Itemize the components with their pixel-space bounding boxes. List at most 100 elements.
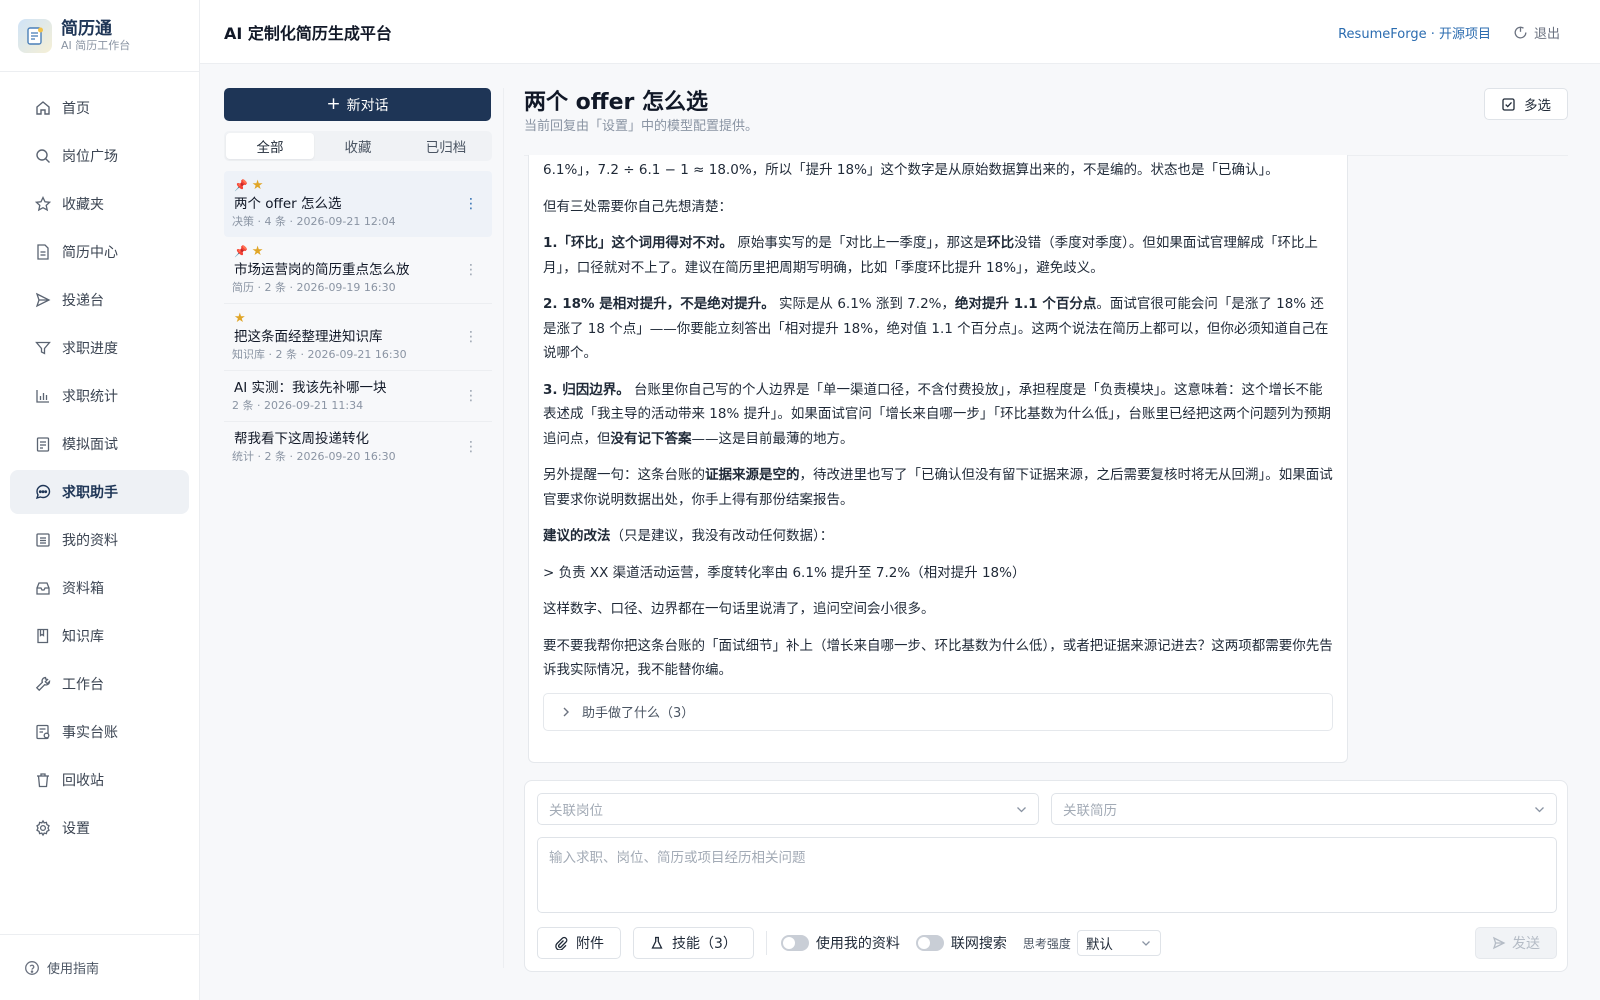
page-title: AI 定制化简历生成平台 bbox=[224, 23, 392, 43]
sidebar-item-label: 工作台 bbox=[62, 677, 104, 693]
sidebar-item-delivery[interactable]: 投递台 bbox=[10, 278, 189, 322]
project-link[interactable]: ResumeForge · 开源项目 bbox=[1338, 23, 1491, 42]
conversation-meta: 2 条 · 2026-09-21 11:34 bbox=[232, 399, 364, 412]
project-link-open-source: 开源项目 bbox=[1438, 26, 1491, 42]
sidebar-item-fact-ledger[interactable]: 事实台账 bbox=[10, 710, 189, 754]
more-vertical-icon[interactable]: ⋮ bbox=[464, 197, 478, 211]
sidebar-item-my-profile[interactable]: 我的资料 bbox=[10, 518, 189, 562]
more-vertical-icon[interactable]: ⋮ bbox=[464, 330, 478, 344]
emphasis-text: 绝对提升 1.1 个百分点 bbox=[955, 296, 1097, 312]
sidebar-item-favorites[interactable]: 收藏夹 bbox=[10, 182, 189, 226]
related-resume-placeholder: 关联简历 bbox=[1063, 803, 1117, 819]
message-composer: 关联岗位 关联简历 输入求职、岗位、简历或项目经历相关问题 附件 技能（3） 使… bbox=[524, 780, 1568, 972]
attach-label: 附件 bbox=[576, 936, 604, 952]
new-conversation-button[interactable]: + 新对话 bbox=[224, 88, 491, 121]
sidebar-item-label: 岗位广场 bbox=[62, 149, 118, 165]
new-conversation-label: 新对话 bbox=[346, 97, 389, 114]
message-text: ——这是目前最薄的地方。 bbox=[691, 430, 854, 447]
message-paragraph: 要不要我帮你把这条台账的「面试细节」补上（增长来自哪一步、环比基数为什么低），或… bbox=[543, 637, 1333, 679]
emphasis-text: 环比 bbox=[987, 235, 1015, 251]
message-text: 原始事实写的是「对比上一季度」，那这是 bbox=[733, 235, 988, 251]
web-search-switch[interactable] bbox=[915, 935, 944, 951]
logout-button[interactable]: 退出 bbox=[1513, 23, 1560, 42]
brand[interactable]: 简历通 AI 简历工作台 bbox=[0, 0, 199, 72]
conversation-badges: 📌 ★ bbox=[234, 178, 484, 193]
sidebar-item-progress[interactable]: 求职进度 bbox=[10, 326, 189, 370]
tab-favorites[interactable]: 收藏 bbox=[314, 133, 402, 159]
skills-button[interactable]: 技能（3） bbox=[633, 927, 754, 959]
sidebar-item-knowledge-base[interactable]: 知识库 bbox=[10, 614, 189, 658]
panel-divider bbox=[503, 88, 504, 968]
conversation-title: AI 实测：我该先补哪一块 bbox=[234, 380, 387, 396]
guide-label: 使用指南 bbox=[47, 962, 100, 977]
conversation-badges: ★ bbox=[234, 310, 484, 326]
list-icon bbox=[36, 533, 50, 547]
sidebar-nav: 首页 岗位广场 收藏夹 简历中心 投递台 求职进度 求职统计 模拟面试 求职助手… bbox=[0, 72, 199, 850]
sidebar-item-home[interactable]: 首页 bbox=[10, 86, 189, 130]
related-job-select[interactable]: 关联岗位 bbox=[537, 793, 1039, 825]
book-icon bbox=[37, 628, 49, 644]
assistant-steps-label: 助手做了什么（3） bbox=[582, 706, 695, 721]
conversation-item[interactable]: 📌 ★ 两个 offer 怎么选 决策 · 4 条 · 2026-09-21 12… bbox=[224, 171, 492, 237]
inbox-icon bbox=[36, 582, 50, 595]
project-link-name: ResumeForge · bbox=[1338, 26, 1439, 42]
sidebar-item-recycle-bin[interactable]: 回收站 bbox=[10, 758, 189, 802]
sidebar-item-label: 知识库 bbox=[62, 629, 104, 645]
sidebar: 简历通 AI 简历工作台 首页 岗位广场 收藏夹 简历中心 投递台 求职进度 求… bbox=[0, 0, 200, 1000]
more-vertical-icon[interactable]: ⋮ bbox=[464, 440, 478, 454]
sidebar-item-job-assistant[interactable]: 求职助手 bbox=[10, 470, 189, 514]
more-vertical-icon[interactable]: ⋮ bbox=[464, 263, 478, 277]
sidebar-item-label: 设置 bbox=[62, 821, 90, 837]
sidebar-item-mock-interview[interactable]: 模拟面试 bbox=[10, 422, 189, 466]
sidebar-item-label: 模拟面试 bbox=[62, 437, 118, 453]
message-paragraph: 建议的改法（只是建议，我没有改动任何数据）： bbox=[543, 524, 1333, 549]
tab-archived[interactable]: 已归档 bbox=[402, 133, 490, 159]
more-vertical-icon[interactable]: ⋮ bbox=[464, 389, 478, 403]
app-logo-icon bbox=[18, 18, 52, 53]
conversation-list: 📌 ★ 两个 offer 怎么选 决策 · 4 条 · 2026-09-21 12… bbox=[224, 171, 492, 472]
send-button[interactable]: 发送 bbox=[1475, 927, 1557, 959]
chat-header: 两个 offer 怎么选 当前回复由「设置」中的模型配置提供。 多选 bbox=[524, 88, 1568, 156]
assistant-steps-toggle[interactable]: 助手做了什么（3） bbox=[543, 692, 1333, 731]
use-profile-switch[interactable] bbox=[780, 935, 809, 951]
attach-button[interactable]: 附件 bbox=[537, 927, 621, 959]
thinking-strength-select[interactable]: 默认 bbox=[1076, 930, 1161, 956]
use-profile-toggle[interactable]: 使用我的资料 bbox=[780, 933, 900, 953]
tab-all[interactable]: 全部 bbox=[226, 133, 314, 159]
trash-icon bbox=[37, 773, 49, 788]
message-paragraph: 3. 归因边界。 台账里你自己写的个人边界是「单一渠道口径，不含付费投放」，承担… bbox=[543, 378, 1333, 452]
conversation-item[interactable]: 帮我看下这周投递转化 统计 · 2 条 · 2026-09-20 16:30 ⋮ bbox=[224, 422, 492, 472]
conversation-item[interactable]: ★ 把这条面经整理进知识库 知识库 · 2 条 · 2026-09-21 16:… bbox=[224, 304, 492, 371]
conversation-item[interactable]: 📌 ★ 市场运营岗的简历重点怎么放 简历 · 2 条 · 2026-09-19 1… bbox=[224, 237, 492, 304]
star-icon: ★ bbox=[234, 310, 246, 326]
quote-line: > 负责 XX 渠道活动运营，季度转化率由 6.1% 提升至 7.2%（相对提升… bbox=[543, 564, 1026, 581]
message-paragraph: 1.「环比」这个词用得对不对。 原始事实写的是「对比上一季度」，那这是环比没错（… bbox=[543, 231, 1333, 280]
sidebar-item-statistics[interactable]: 求职统计 bbox=[10, 374, 189, 418]
chevron-down-icon bbox=[1535, 807, 1544, 813]
message-input[interactable]: 输入求职、岗位、简历或项目经历相关问题 bbox=[537, 837, 1557, 913]
message-paragraph: 但有三处需要你自己先想清楚： bbox=[543, 198, 732, 215]
web-search-label: 联网搜索 bbox=[950, 936, 1007, 952]
message-text: 另外提醒一句：这条台账的 bbox=[543, 467, 705, 483]
related-resume-select[interactable]: 关联简历 bbox=[1051, 793, 1557, 825]
wrench-icon bbox=[35, 676, 51, 692]
sidebar-item-label: 事实台账 bbox=[62, 725, 118, 741]
sidebar-item-material-box[interactable]: 资料箱 bbox=[10, 566, 189, 610]
assistant-message: 6.1%」，7.2 ÷ 6.1 − 1 ≈ 18.0%，所以「提升 18%」这个… bbox=[528, 155, 1348, 763]
multi-select-button[interactable]: 多选 bbox=[1484, 88, 1568, 120]
chat-subtitle: 当前回复由「设置」中的模型配置提供。 bbox=[524, 119, 759, 134]
sidebar-item-job-square[interactable]: 岗位广场 bbox=[10, 134, 189, 178]
sidebar-item-workbench[interactable]: 工作台 bbox=[10, 662, 189, 706]
sidebar-item-label: 我的资料 bbox=[62, 533, 118, 549]
chat-title: 两个 offer 怎么选 bbox=[524, 90, 709, 115]
message-paragraph: 这样数字、口径、边界都在一句话里说清了，追问空间会小很多。 bbox=[543, 601, 935, 617]
sidebar-item-resume-center[interactable]: 简历中心 bbox=[10, 230, 189, 274]
chat-bubble-icon bbox=[35, 484, 51, 500]
user-guide-link[interactable]: 使用指南 bbox=[0, 934, 199, 1000]
help-circle-icon bbox=[25, 960, 39, 975]
web-search-toggle[interactable]: 联网搜索 bbox=[915, 933, 1007, 953]
sidebar-item-settings[interactable]: 设置 bbox=[10, 806, 189, 850]
composer-toolbar: 附件 技能（3） 使用我的资料 联网搜索 思考强度 默认 发送 bbox=[537, 927, 1557, 959]
chevron-down-icon bbox=[1141, 941, 1150, 946]
conversation-item[interactable]: AI 实测：我该先补哪一块 2 条 · 2026-09-21 11:34 ⋮ bbox=[224, 371, 492, 422]
